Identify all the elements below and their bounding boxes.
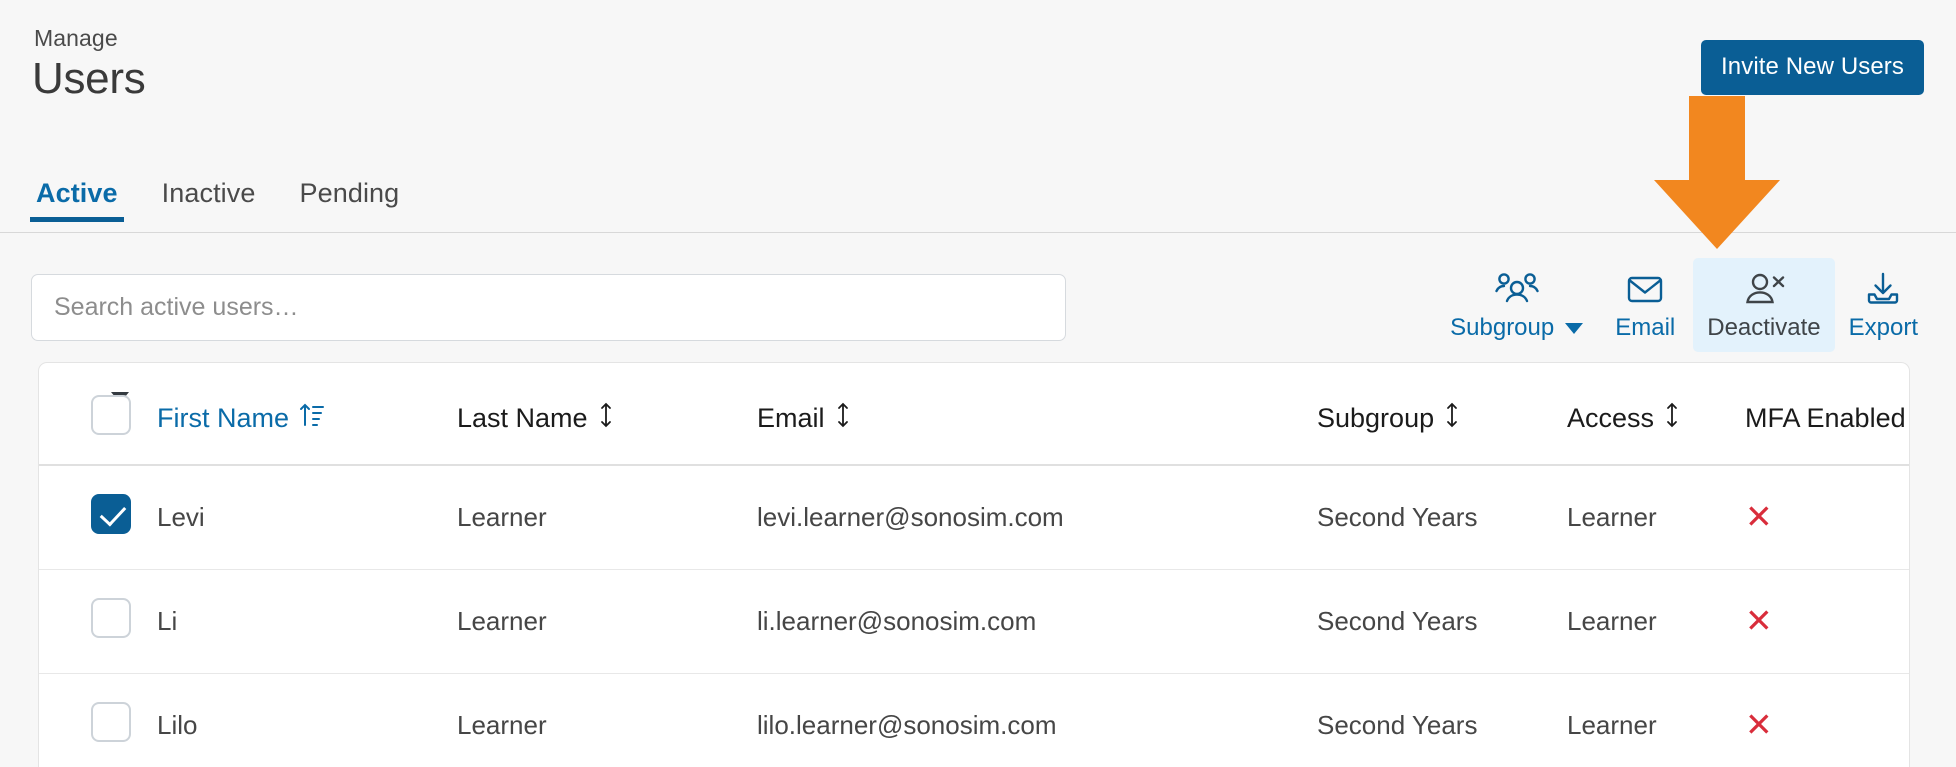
column-header-mfa-enabled-label: MFA Enabled (1745, 403, 1906, 434)
select-all-header (39, 363, 111, 465)
deactivate-action[interactable]: Deactivate (1693, 258, 1834, 352)
envelope-icon (1624, 267, 1666, 311)
cell-mfa-enabled: ✕ (1745, 465, 1910, 570)
tab-inactive[interactable]: Inactive (156, 178, 262, 222)
row-checkbox[interactable] (91, 702, 131, 742)
users-table-head: First Name Last Name (39, 363, 1910, 465)
cell-email: levi.learner@sonosim.com (757, 465, 1317, 570)
cell-mfa-enabled: ✕ (1745, 570, 1910, 674)
column-header-first-name[interactable]: First Name (157, 363, 457, 465)
mfa-disabled-x-icon: ✕ (1745, 706, 1773, 743)
table-row[interactable]: Li Learner li.learner@sonosim.com Second… (39, 570, 1910, 674)
cell-last-name: Learner (457, 465, 757, 570)
tab-pending[interactable]: Pending (294, 178, 406, 222)
subgroup-action-label-wrap: Subgroup (1450, 314, 1583, 342)
column-header-mfa-enabled[interactable]: MFA Enabled (1745, 363, 1910, 465)
column-header-email-label: Email (757, 403, 825, 434)
users-table: First Name Last Name (39, 363, 1910, 767)
table-row[interactable]: Levi Learner levi.learner@sonosim.com Se… (39, 465, 1910, 570)
cell-access: Learner (1567, 674, 1745, 767)
email-action[interactable]: Email (1597, 258, 1693, 352)
column-header-email[interactable]: Email (757, 363, 1317, 465)
status-tabs: Active Inactive Pending (30, 178, 405, 222)
export-action-label: Export (1849, 314, 1918, 342)
cell-subgroup: Second Years (1317, 465, 1567, 570)
sort-updown-icon[interactable] (1443, 400, 1461, 437)
cell-email: li.learner@sonosim.com (757, 570, 1317, 674)
cell-last-name: Learner (457, 674, 757, 767)
sort-updown-icon[interactable] (834, 400, 852, 437)
cell-first-name: Lilo (157, 674, 457, 767)
page-title: Users (32, 54, 145, 104)
breadcrumb: Manage (34, 25, 118, 52)
column-header-subgroup[interactable]: Subgroup (1317, 363, 1567, 465)
table-header-row: First Name Last Name (39, 363, 1910, 465)
cell-email: lilo.learner@sonosim.com (757, 674, 1317, 767)
user-remove-icon (1742, 267, 1786, 311)
column-header-last-name[interactable]: Last Name (457, 363, 757, 465)
sort-updown-icon[interactable] (597, 400, 615, 437)
email-action-label: Email (1615, 314, 1675, 342)
group-users-icon (1494, 267, 1540, 311)
subgroup-action-label: Subgroup (1450, 314, 1554, 342)
chevron-down-icon[interactable] (1565, 323, 1583, 334)
mfa-disabled-x-icon: ✕ (1745, 498, 1773, 535)
column-header-last-name-label: Last Name (457, 403, 588, 434)
mfa-disabled-x-icon: ✕ (1745, 602, 1773, 639)
sort-ascending-icon[interactable] (298, 400, 326, 437)
tab-active[interactable]: Active (30, 178, 124, 222)
tabs-divider (0, 232, 1956, 233)
first-name-header-cell: First Name (157, 400, 457, 437)
invite-new-users-button[interactable]: Invite New Users (1701, 40, 1924, 95)
column-header-first-name-label: First Name (157, 403, 289, 434)
deactivate-action-label: Deactivate (1707, 314, 1820, 342)
row-checkbox[interactable] (91, 598, 131, 638)
cell-first-name: Li (157, 570, 457, 674)
subgroup-header-cell: Subgroup (1317, 400, 1567, 437)
search-input[interactable] (32, 275, 1065, 340)
table-actions-toolbar: Subgroup Email Deactivate (1436, 258, 1932, 352)
search-box[interactable] (31, 274, 1066, 341)
export-action[interactable]: Export (1835, 258, 1932, 352)
sort-updown-icon[interactable] (1663, 400, 1681, 437)
column-header-access[interactable]: Access (1567, 363, 1745, 465)
access-header-cell: Access (1567, 400, 1745, 437)
email-header-cell: Email (757, 400, 1317, 437)
mfa-header-cell: MFA Enabled (1745, 400, 1910, 437)
users-table-body: Levi Learner levi.learner@sonosim.com Se… (39, 465, 1910, 767)
table-row[interactable]: Lilo Learner lilo.learner@sonosim.com Se… (39, 674, 1910, 767)
subgroup-action[interactable]: Subgroup (1436, 258, 1597, 352)
cell-first-name: Levi (157, 465, 457, 570)
last-name-header-cell: Last Name (457, 400, 757, 437)
row-select-cell (39, 674, 111, 767)
users-page: Manage Users Invite New Users Active Ina… (0, 0, 1956, 767)
download-tray-icon (1862, 267, 1904, 311)
cell-access: Learner (1567, 465, 1745, 570)
row-checkbox[interactable] (91, 494, 131, 534)
cell-last-name: Learner (457, 570, 757, 674)
cell-subgroup: Second Years (1317, 570, 1567, 674)
users-table-card: First Name Last Name (38, 362, 1910, 767)
row-select-cell (39, 465, 111, 570)
column-header-access-label: Access (1567, 403, 1654, 434)
select-all-checkbox[interactable] (91, 395, 131, 435)
column-header-subgroup-label: Subgroup (1317, 403, 1434, 434)
cell-access: Learner (1567, 570, 1745, 674)
cell-mfa-enabled: ✕ (1745, 674, 1910, 767)
cell-subgroup: Second Years (1317, 674, 1567, 767)
row-select-cell (39, 570, 111, 674)
